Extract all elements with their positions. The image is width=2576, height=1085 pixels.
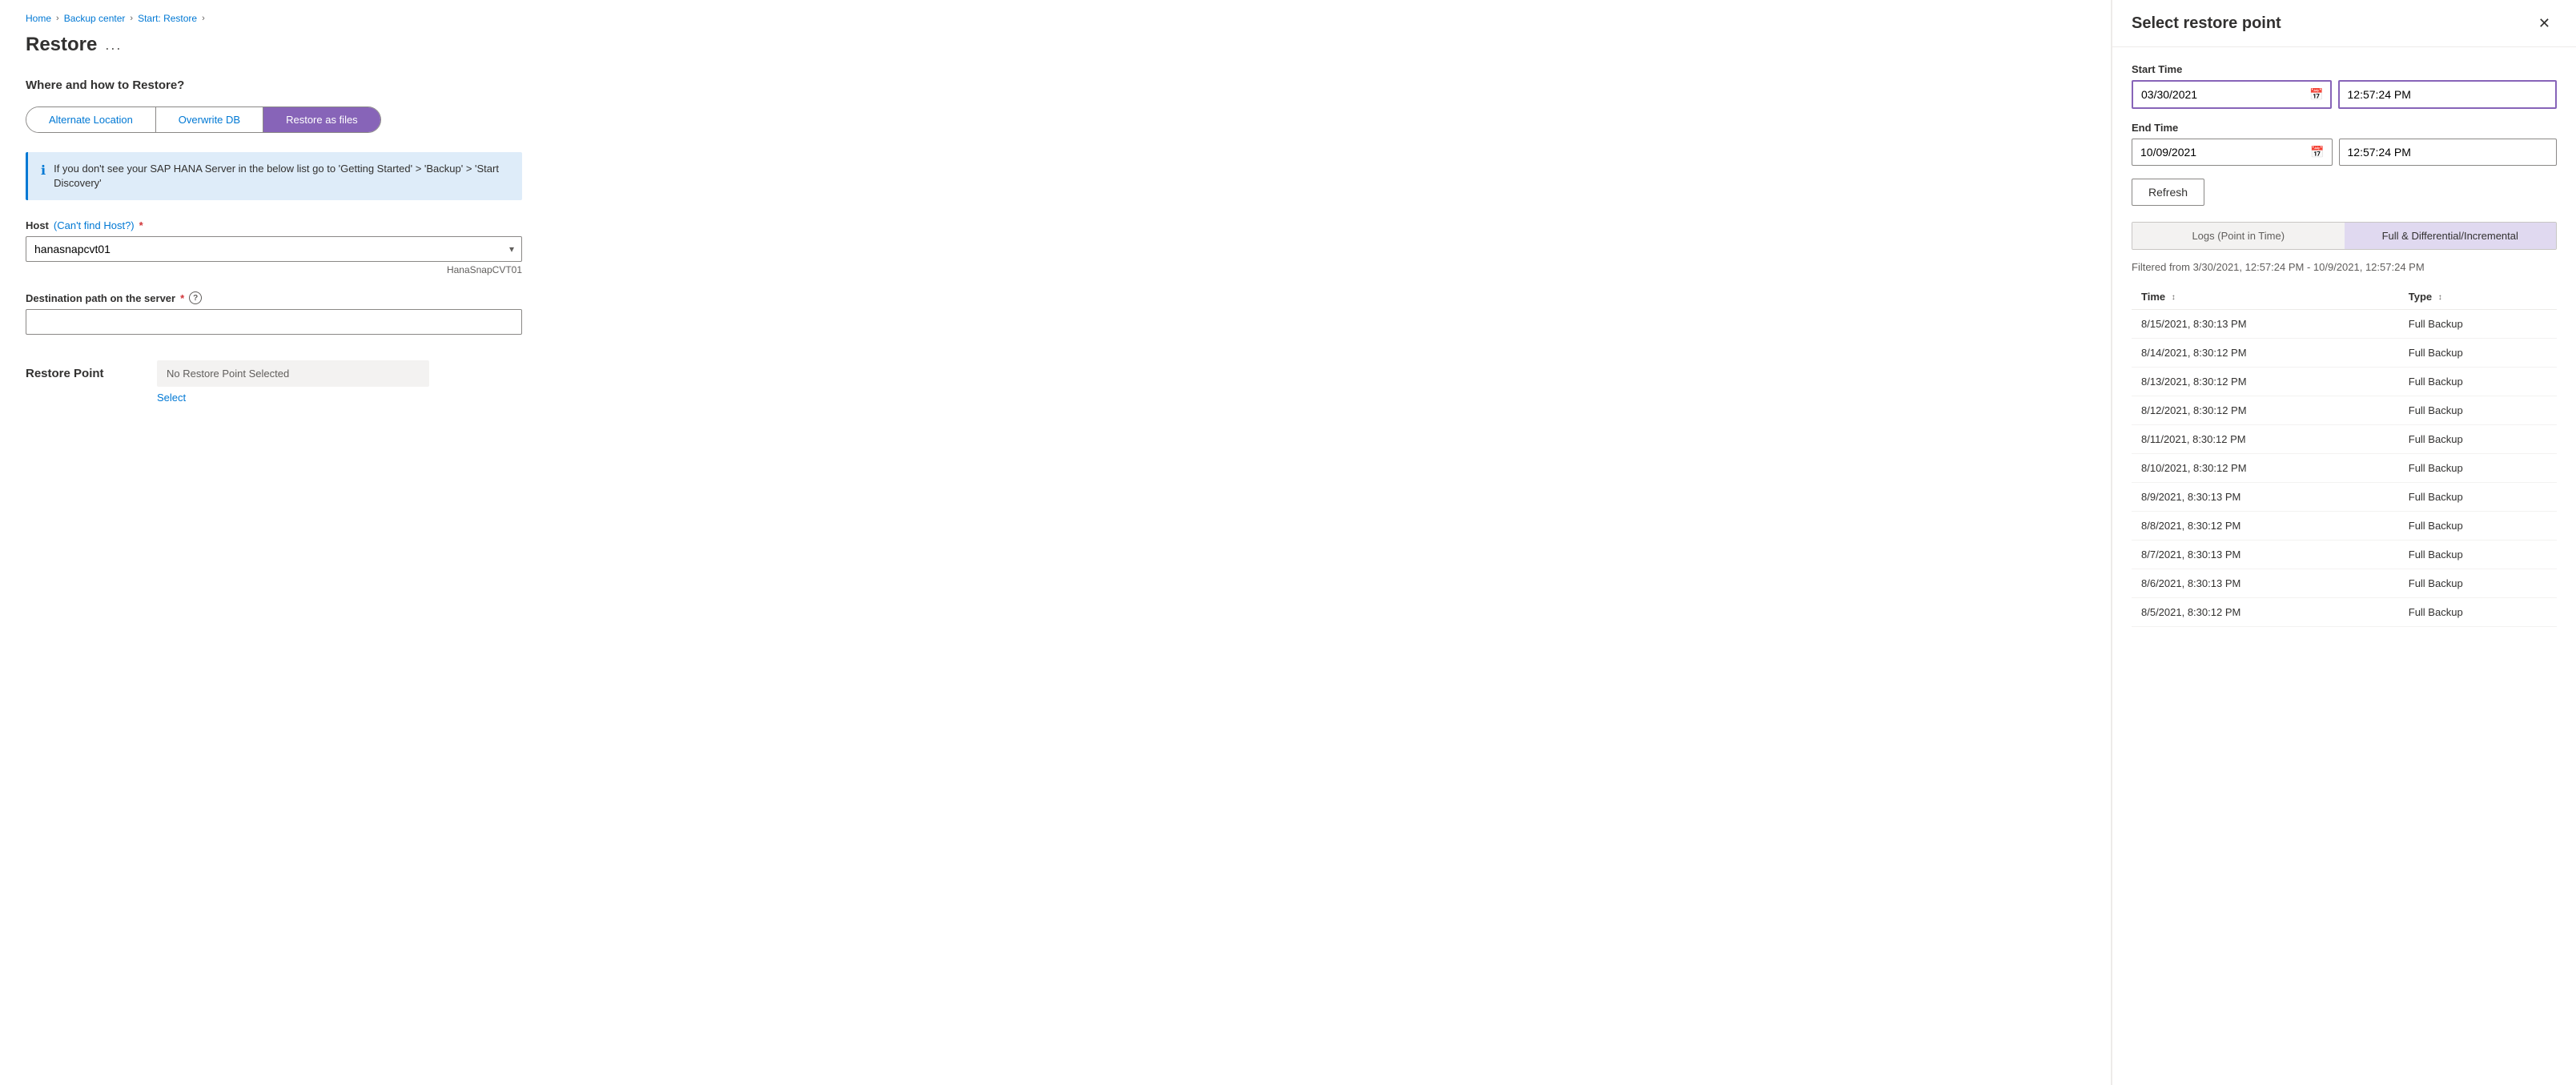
table-row[interactable]: 8/6/2021, 8:30:13 PMFull Backup: [2132, 569, 2557, 598]
cant-find-host-link[interactable]: (Can't find Host?): [54, 219, 135, 231]
destination-required: *: [180, 292, 184, 304]
table-row[interactable]: 8/5/2021, 8:30:12 PMFull Backup: [2132, 598, 2557, 627]
start-time-label: Start Time: [2132, 63, 2557, 75]
filter-text: Filtered from 3/30/2021, 12:57:24 PM - 1…: [2132, 261, 2557, 273]
page-ellipsis: ...: [105, 37, 122, 54]
info-text: If you don't see your SAP HANA Server in…: [54, 162, 509, 191]
table-cell-type: Full Backup: [2399, 454, 2557, 483]
tab-alternate-location[interactable]: Alternate Location: [26, 107, 156, 132]
start-time-section: Start Time 📅: [2132, 63, 2557, 109]
right-panel-title: Select restore point: [2132, 14, 2281, 33]
section-label: Where and how to Restore?: [26, 78, 2085, 92]
table-row[interactable]: 8/7/2021, 8:30:13 PMFull Backup: [2132, 540, 2557, 569]
end-date-wrapper: 📅: [2132, 139, 2333, 166]
tab-overwrite-db[interactable]: Overwrite DB: [156, 107, 263, 132]
start-date-input[interactable]: [2132, 80, 2332, 109]
table-cell-type: Full Backup: [2399, 512, 2557, 540]
tab-restore-as-files[interactable]: Restore as files: [263, 107, 380, 132]
host-helper-text: HanaSnapCVT01: [26, 264, 522, 275]
breadcrumb-backup-center[interactable]: Backup center: [64, 13, 126, 24]
start-time-input[interactable]: [2338, 80, 2558, 109]
table-cell-time: 8/13/2021, 8:30:12 PM: [2132, 368, 2399, 396]
breadcrumb-sep-3: ›: [202, 14, 205, 23]
breadcrumb-home[interactable]: Home: [26, 13, 51, 24]
breadcrumb-sep-1: ›: [56, 14, 59, 23]
left-panel: Home › Backup center › Start: Restore › …: [0, 0, 2112, 1085]
table-row[interactable]: 8/11/2021, 8:30:12 PMFull Backup: [2132, 425, 2557, 454]
table-cell-time: 8/6/2021, 8:30:13 PM: [2132, 569, 2399, 598]
restore-point-section: Restore Point No Restore Point Selected …: [26, 360, 2085, 404]
destination-help-icon[interactable]: ?: [189, 291, 202, 304]
table-cell-type: Full Backup: [2399, 598, 2557, 627]
table-row[interactable]: 8/9/2021, 8:30:13 PMFull Backup: [2132, 483, 2557, 512]
info-box: ℹ If you don't see your SAP HANA Server …: [26, 152, 522, 200]
host-label: Host (Can't find Host?) *: [26, 219, 522, 231]
table-cell-type: Full Backup: [2399, 569, 2557, 598]
end-time-label: End Time: [2132, 122, 2557, 134]
destination-label: Destination path on the server * ?: [26, 291, 522, 304]
table-row[interactable]: 8/14/2021, 8:30:12 PMFull Backup: [2132, 339, 2557, 368]
restore-type-toggle: Logs (Point in Time) Full & Differential…: [2132, 222, 2557, 250]
col-header-type[interactable]: Type ↕: [2399, 284, 2557, 310]
restore-points-table: Time ↕ Type ↕ 8/15/2021, 8:30:13 PMFull …: [2132, 284, 2557, 627]
restore-point-value: No Restore Point Selected Select: [157, 360, 429, 404]
table-header-row: Time ↕ Type ↕: [2132, 284, 2557, 310]
toggle-logs[interactable]: Logs (Point in Time): [2132, 223, 2345, 249]
no-restore-point-text: No Restore Point Selected: [157, 360, 429, 387]
table-cell-time: 8/11/2021, 8:30:12 PM: [2132, 425, 2399, 454]
table-cell-time: 8/12/2021, 8:30:12 PM: [2132, 396, 2399, 425]
end-time-section: End Time 📅: [2132, 122, 2557, 166]
refresh-button[interactable]: Refresh: [2132, 179, 2204, 206]
table-cell-time: 8/14/2021, 8:30:12 PM: [2132, 339, 2399, 368]
table-cell-time: 8/5/2021, 8:30:12 PM: [2132, 598, 2399, 627]
table-cell-type: Full Backup: [2399, 425, 2557, 454]
host-required: *: [139, 219, 143, 231]
destination-field-group: Destination path on the server * ?: [26, 291, 522, 335]
host-field-group: Host (Can't find Host?) * hanasnapcvt01 …: [26, 219, 522, 275]
info-icon: ℹ: [41, 163, 46, 191]
table-cell-time: 8/9/2021, 8:30:13 PM: [2132, 483, 2399, 512]
close-button[interactable]: ✕: [2532, 13, 2557, 34]
restore-point-label: Restore Point: [26, 360, 138, 380]
restore-table-body: 8/15/2021, 8:30:13 PMFull Backup8/14/202…: [2132, 310, 2557, 627]
table-cell-type: Full Backup: [2399, 310, 2557, 339]
table-row[interactable]: 8/10/2021, 8:30:12 PMFull Backup: [2132, 454, 2557, 483]
destination-input[interactable]: [26, 309, 522, 335]
table-cell-type: Full Backup: [2399, 540, 2557, 569]
table-row[interactable]: 8/15/2021, 8:30:13 PMFull Backup: [2132, 310, 2557, 339]
table-cell-time: 8/15/2021, 8:30:13 PM: [2132, 310, 2399, 339]
table-cell-time: 8/7/2021, 8:30:13 PM: [2132, 540, 2399, 569]
table-cell-type: Full Backup: [2399, 483, 2557, 512]
right-panel: Select restore point ✕ Start Time 📅 End …: [2112, 0, 2576, 1085]
breadcrumb: Home › Backup center › Start: Restore ›: [26, 13, 2085, 24]
end-time-row: 📅: [2132, 139, 2557, 166]
tab-group: Alternate Location Overwrite DB Restore …: [26, 106, 381, 133]
time-sort-icon: ↕: [2172, 293, 2176, 302]
table-row[interactable]: 8/12/2021, 8:30:12 PMFull Backup: [2132, 396, 2557, 425]
table-cell-type: Full Backup: [2399, 368, 2557, 396]
end-date-input[interactable]: [2132, 139, 2333, 166]
table-row[interactable]: 8/8/2021, 8:30:12 PMFull Backup: [2132, 512, 2557, 540]
toggle-full-differential[interactable]: Full & Differential/Incremental: [2345, 223, 2557, 249]
table-cell-type: Full Backup: [2399, 339, 2557, 368]
breadcrumb-sep-2: ›: [130, 14, 133, 23]
right-panel-content: Start Time 📅 End Time 📅 Refresh Log: [2112, 47, 2576, 1085]
table-cell-type: Full Backup: [2399, 396, 2557, 425]
table-cell-time: 8/10/2021, 8:30:12 PM: [2132, 454, 2399, 483]
start-time-row: 📅: [2132, 80, 2557, 109]
host-select-wrapper: hanasnapcvt01 ▾: [26, 236, 522, 262]
host-select[interactable]: hanasnapcvt01: [26, 236, 522, 262]
breadcrumb-start-restore[interactable]: Start: Restore: [138, 13, 197, 24]
page-title: Restore ...: [26, 34, 2085, 56]
type-sort-icon: ↕: [2438, 293, 2442, 302]
right-panel-header: Select restore point ✕: [2112, 0, 2576, 47]
table-row[interactable]: 8/13/2021, 8:30:12 PMFull Backup: [2132, 368, 2557, 396]
table-cell-time: 8/8/2021, 8:30:12 PM: [2132, 512, 2399, 540]
col-header-time[interactable]: Time ↕: [2132, 284, 2399, 310]
end-time-input[interactable]: [2339, 139, 2558, 166]
select-restore-point-link[interactable]: Select: [157, 392, 429, 404]
start-date-wrapper: 📅: [2132, 80, 2332, 109]
